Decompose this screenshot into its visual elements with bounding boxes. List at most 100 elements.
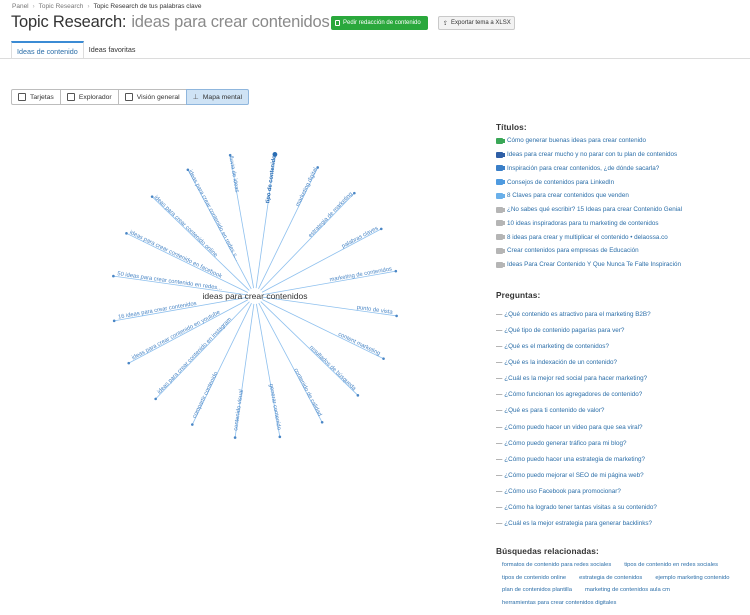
view-explorador-button[interactable]: Explorador (59, 89, 119, 105)
related-search-link[interactable]: tipos de contenido en redes sociales (624, 559, 718, 572)
question-item[interactable]: — ¿Cómo puedo hacer un video para que sea… (496, 419, 746, 435)
title-item[interactable]: Cómo generar buenas ideas para crear con… (496, 134, 746, 148)
mind-map-node-label[interactable]: tipo de contenido (265, 155, 278, 204)
mind-map-node-dot[interactable] (382, 357, 385, 360)
title-item-text: Cómo generar buenas ideas para crear con… (507, 137, 646, 145)
related-search-link[interactable]: ejemplo marketing contenido (655, 572, 729, 585)
mind-map-node-dot[interactable] (278, 435, 282, 439)
question-item[interactable]: — ¿Cuál es la mejor estrategia para gener… (496, 516, 746, 532)
question-item[interactable]: — ¿Qué tipo de contenido pagarías para ve… (496, 322, 746, 338)
mind-map-node-dot[interactable] (112, 274, 115, 278)
mind-map-node-dot[interactable] (356, 394, 360, 397)
view-mapa-mental-button[interactable]: ⊥ Mapa mental (185, 89, 250, 105)
mind-map-node-label[interactable]: ideas para crear contenido en youtube (131, 310, 221, 362)
breadcrumb-item-panel[interactable]: Panel (12, 3, 29, 10)
question-text: ¿Cómo puedo hacer un video para que sea … (504, 423, 643, 431)
mind-map-node-label[interactable]: 50 ideas para crear contenido en redes..… (117, 271, 223, 292)
title-item-text: Ideas Para Crear Contenido Y Que Nunca T… (507, 261, 681, 269)
mind-map-node-label[interactable]: ideas para crear contenido en facebook (129, 230, 223, 280)
title-item[interactable]: 8 ideas para crear y multiplicar el cont… (496, 230, 746, 244)
title-item[interactable]: Crear contenidos para empresas de Educac… (496, 244, 746, 258)
title-item[interactable]: 10 ideas inspiradoras para tu marketing … (496, 217, 746, 231)
mind-map-node-label[interactable]: palabras claves (341, 226, 379, 250)
mind-map-node-label[interactable]: lluvia de ideas (227, 156, 239, 193)
related-search-link[interactable]: marketing de contenidos aula cm (585, 584, 670, 597)
related-search-link[interactable]: plan de contenidos plantilla (502, 584, 572, 597)
chevron-right-icon: › (87, 3, 90, 10)
mind-map-node-label[interactable]: compartir contenido (192, 371, 220, 419)
mind-map-node-label[interactable]: generar contenido (268, 383, 282, 430)
cards-icon (18, 93, 26, 101)
mindmap-icon: ⊥ (192, 94, 199, 101)
question-item[interactable]: — ¿Cómo puedo generar tráfico para mi blo… (496, 435, 746, 451)
export-icon: ⇪ (443, 20, 449, 27)
question-item[interactable]: — ¿Cómo puedo mejorar el SEO de mi página… (496, 467, 746, 483)
view-tarjetas-label: Tarjetas (30, 93, 54, 101)
title-item[interactable]: Ideas Para Crear Contenido Y Que Nunca T… (496, 258, 746, 272)
questions-heading: Preguntas: (496, 290, 541, 300)
mind-map-node-label[interactable]: marketing digital (295, 167, 319, 208)
mind-map-node-label[interactable]: estrategia de marketing (308, 191, 354, 239)
question-item[interactable]: — ¿Cómo uso Facebook para promocionar? (496, 484, 746, 500)
question-item[interactable]: — ¿Qué es para ti contenido de valor? (496, 403, 746, 419)
related-search-link[interactable]: herramientas para crear contenidos digit… (502, 597, 616, 610)
mind-map-node-dot[interactable] (316, 166, 319, 169)
question-text: ¿Cómo uso Facebook para promocionar? (504, 488, 621, 496)
question-item[interactable]: — ¿Qué es la indexación de un contenido? (496, 354, 746, 370)
view-tarjetas-button[interactable]: Tarjetas (11, 89, 61, 105)
mind-map-node-dot[interactable] (127, 361, 131, 365)
dash-icon: — (496, 423, 503, 431)
question-item[interactable]: — ¿Qué contenido es atractivo para el mar… (496, 306, 746, 322)
question-text: ¿Cuál es la mejor estrategia para genera… (504, 520, 652, 528)
mind-map-node-label[interactable]: punto de vista (356, 305, 393, 316)
export-xlsx-button[interactable]: ⇪ Exportar tema a XLSX (438, 16, 515, 30)
title-item-text: Consejos de contenidos para LinkedIn (507, 178, 615, 186)
tab-ideas-favoritas[interactable]: Ideas favoritas (84, 41, 141, 59)
titles-heading: Títulos: (496, 122, 527, 132)
questions-panel: Preguntas: — ¿Qué contenido es atractivo … (496, 290, 746, 532)
mind-map-node-dot[interactable] (353, 191, 356, 195)
mind-map-node-dot[interactable] (395, 314, 398, 318)
question-text: ¿Qué contenido es atractivo para el mark… (504, 310, 651, 318)
title-item[interactable]: Ideas para crear mucho y no parar con tu… (496, 148, 746, 162)
mind-map-node-dot[interactable] (154, 397, 157, 401)
mind-map-node-dot[interactable] (379, 227, 383, 231)
related-search-link[interactable]: tipos de contenido online (502, 572, 566, 585)
megaphone-icon (496, 179, 505, 186)
question-text: ¿Qué es para ti contenido de valor? (504, 407, 605, 415)
question-item[interactable]: — ¿Cómo ha logrado tener tantas visitas a… (496, 500, 746, 516)
question-item[interactable]: — ¿Qué es el marketing de contenidos? (496, 338, 746, 354)
question-item[interactable]: — ¿Cuál es la mejor red social para hacer… (496, 371, 746, 387)
related-search-link[interactable]: estrategia de contenidos (579, 572, 642, 585)
mind-map-node-dot[interactable] (320, 420, 324, 424)
question-item[interactable]: — ¿Cómo puedo hacer una estrategia de mar… (496, 451, 746, 467)
mind-map-node-label[interactable]: contenido de calidad (292, 368, 322, 418)
question-item[interactable]: — ¿Cómo funcionan los agregadores de cont… (496, 387, 746, 403)
mind-map-node-dot[interactable] (191, 423, 194, 426)
question-text: ¿Qué es el marketing de contenidos? (504, 342, 609, 350)
title-item[interactable]: Consejos de contenidos para LinkedIn (496, 175, 746, 189)
order-content-button[interactable]: Pedir redacción de contenido (331, 16, 428, 30)
export-xlsx-label: Exportar tema a XLSX (451, 20, 511, 26)
related-searches-list: formatos de contenido para redes sociale… (496, 559, 746, 609)
title-item[interactable]: ¿No sabes qué escribir? 15 Ideas para cr… (496, 203, 746, 217)
mind-map-node-dot[interactable] (125, 232, 128, 235)
related-search-link[interactable]: formatos de contenido para redes sociale… (502, 559, 611, 572)
mind-map-node-dot[interactable] (394, 269, 398, 273)
mind-map-node-label[interactable]: 16 ideas para crear contenidos (118, 301, 198, 321)
mind-map-node-label[interactable]: marketing de contenidos (329, 266, 392, 283)
mind-map-node-dot[interactable] (112, 319, 116, 323)
mind-map-node-label[interactable]: contenido visual (233, 389, 245, 431)
dash-icon: — (496, 358, 503, 366)
dash-icon: — (496, 407, 503, 415)
mind-map-node-label[interactable]: content marketing (337, 332, 381, 358)
mind-map-node-label[interactable]: resultados de búsqueda (308, 345, 357, 393)
title-item[interactable]: Inspiración para crear contenidos, ¿de d… (496, 162, 746, 176)
title-item[interactable]: 8 Claves para crear contenidos que vende… (496, 189, 746, 203)
title-item-text: 8 Claves para crear contenidos que vende… (507, 192, 629, 200)
mind-map-node-dot[interactable] (233, 436, 237, 439)
view-vision-general-button[interactable]: Visión general (117, 89, 187, 105)
tab-ideas-de-contenido[interactable]: Ideas de contenido (11, 41, 84, 59)
breadcrumb-item-topic-research[interactable]: Topic Research (39, 3, 84, 10)
page-title-label: Topic Research: (11, 13, 127, 31)
